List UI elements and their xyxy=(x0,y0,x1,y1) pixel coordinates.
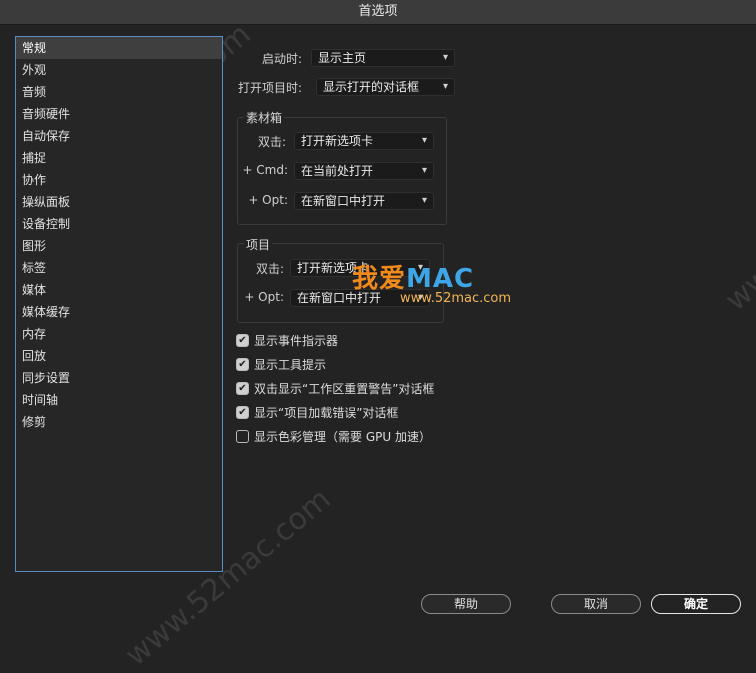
logo-cn-text: 我爱 xyxy=(352,264,407,294)
sidebar-item-control-surface[interactable]: 操纵面板 xyxy=(16,191,222,213)
startup-label: 启动时: xyxy=(261,52,302,66)
sidebar-item-audio-hardware[interactable]: 音频硬件 xyxy=(16,103,222,125)
checkbox-workspace-reset-warning[interactable]: ✔ 双击显示“工作区重置警告”对话框 xyxy=(236,379,434,397)
sidebar-item-device-control[interactable]: 设备控制 xyxy=(16,213,222,235)
cancel-button[interactable]: 取消 xyxy=(551,594,641,614)
sidebar-item-trim[interactable]: 修剪 xyxy=(16,411,222,433)
sidebar-item-labels[interactable]: 标签 xyxy=(16,257,222,279)
chevron-down-icon: ▾ xyxy=(421,135,427,146)
checkbox-label: 显示色彩管理（需要 GPU 加速） xyxy=(254,429,431,444)
bins-double-click-value: 打开新选项卡 xyxy=(301,134,374,148)
checkmark-icon[interactable]: ✔ xyxy=(236,333,249,347)
bins-cmd-value: 在当前处打开 xyxy=(301,164,374,178)
open-project-dropdown-value: 显示打开的对话框 xyxy=(323,80,420,94)
bins-opt-value: 在新窗口中打开 xyxy=(301,194,386,208)
sidebar-item-auto-save[interactable]: 自动保存 xyxy=(16,125,222,147)
watermark-text: www.52mac.com xyxy=(718,126,756,319)
watermark-logo: 我爱MAC www.52mac.com xyxy=(352,258,512,306)
startup-dropdown[interactable]: 显示主页 ▾ xyxy=(311,49,455,67)
sidebar-item-timeline[interactable]: 时间轴 xyxy=(16,389,222,411)
sidebar-item-playback[interactable]: 回放 xyxy=(16,345,222,367)
startup-dropdown-value: 显示主页 xyxy=(318,51,367,65)
open-project-dropdown[interactable]: 显示打开的对话框 ▾ xyxy=(316,78,455,96)
sidebar-item-capture[interactable]: 捕捉 xyxy=(16,147,222,169)
checkbox-project-load-errors[interactable]: ✔ 显示“项目加载错误”对话框 xyxy=(236,403,398,421)
bins-double-click-dropdown[interactable]: 打开新选项卡 ▾ xyxy=(294,132,434,150)
checkbox-label: 显示工具提示 xyxy=(254,357,327,372)
bins-cmd-dropdown[interactable]: 在当前处打开 ▾ xyxy=(294,162,434,180)
sidebar-item-audio[interactable]: 音频 xyxy=(16,81,222,103)
bins-group-title: 素材箱 xyxy=(244,109,285,126)
checkbox-color-management[interactable]: 显示色彩管理（需要 GPU 加速） xyxy=(236,427,431,445)
logo-en-text: MAC xyxy=(406,264,475,294)
sidebar-item-collaboration[interactable]: 协作 xyxy=(16,169,222,191)
checkbox-show-tooltips[interactable]: ✔ 显示工具提示 xyxy=(236,355,326,373)
chevron-down-icon: ▾ xyxy=(442,52,448,63)
checkmark-icon[interactable]: ✔ xyxy=(236,381,249,395)
bins-cmd-label: + Cmd: xyxy=(242,163,288,177)
ok-button[interactable]: 确定 xyxy=(651,594,741,614)
bins-opt-dropdown[interactable]: 在新窗口中打开 ▾ xyxy=(294,192,434,210)
window-title: 首选项 xyxy=(0,0,756,25)
preferences-category-list[interactable]: 常规 外观 音频 音频硬件 自动保存 捕捉 协作 操纵面板 设备控制 图形 标签… xyxy=(15,36,223,572)
project-group-title: 项目 xyxy=(244,236,273,253)
chevron-down-icon: ▾ xyxy=(421,165,427,176)
sidebar-item-sync-settings[interactable]: 同步设置 xyxy=(16,367,222,389)
sidebar-item-general[interactable]: 常规 xyxy=(16,37,222,59)
chevron-down-icon: ▾ xyxy=(421,195,427,206)
project-double-click-label: 双击: xyxy=(255,262,284,276)
logo-url-text: www.52mac.com xyxy=(400,291,512,306)
project-opt-label: + Opt: xyxy=(244,290,284,304)
checkmark-icon[interactable]: ✔ xyxy=(236,405,249,419)
bins-opt-label: + Opt: xyxy=(248,193,288,207)
checkbox-label: 双击显示“工作区重置警告”对话框 xyxy=(254,381,435,396)
checkmark-icon[interactable]: ✔ xyxy=(236,357,249,371)
sidebar-item-memory[interactable]: 内存 xyxy=(16,323,222,345)
open-project-label: 打开项目时: xyxy=(237,81,302,95)
checkbox-show-event-indicators[interactable]: ✔ 显示事件指示器 xyxy=(236,331,338,349)
sidebar-item-media-cache[interactable]: 媒体缓存 xyxy=(16,301,222,323)
help-button[interactable]: 帮助 xyxy=(421,594,511,614)
bins-double-click-label: 双击: xyxy=(257,135,286,149)
sidebar-item-graphics[interactable]: 图形 xyxy=(16,235,222,257)
sidebar-item-media[interactable]: 媒体 xyxy=(16,279,222,301)
checkbox-label: 显示“项目加载错误”对话框 xyxy=(254,405,399,420)
chevron-down-icon: ▾ xyxy=(442,81,448,92)
checkbox-label: 显示事件指示器 xyxy=(254,333,339,348)
checkbox-box[interactable] xyxy=(236,429,249,443)
sidebar-item-appearance[interactable]: 外观 xyxy=(16,59,222,81)
